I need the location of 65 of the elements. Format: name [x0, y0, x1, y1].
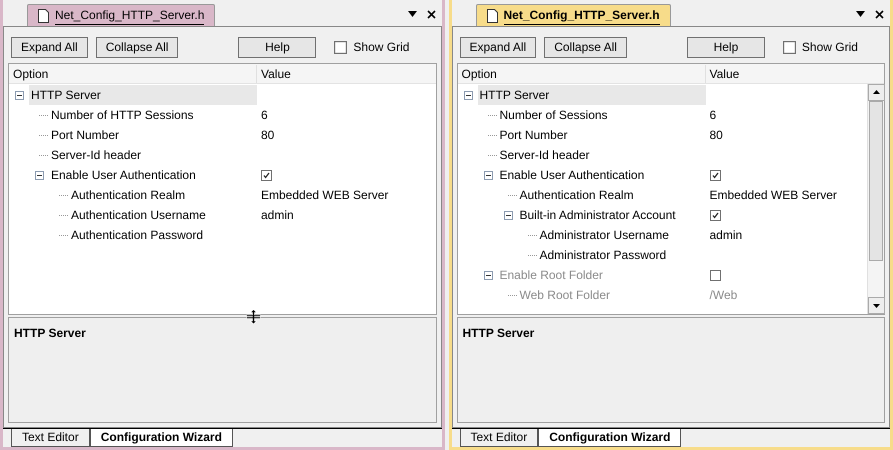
scroll-up-icon[interactable] [868, 84, 885, 101]
dropdown-icon[interactable] [856, 11, 865, 17]
close-icon[interactable] [875, 10, 884, 18]
scroll-thumb[interactable] [869, 101, 883, 261]
show-grid-label: Show Grid [802, 39, 858, 56]
checkbox[interactable] [710, 170, 720, 180]
help-button[interactable]: Help [686, 36, 765, 58]
collapse-icon[interactable] [464, 90, 472, 100]
description-title: HTTP Server [14, 325, 87, 342]
option-label[interactable]: Authentication Realm [69, 185, 188, 205]
option-label[interactable]: Built-in Administrator Account [518, 205, 678, 225]
column-header[interactable]: Option [9, 64, 257, 82]
option-label[interactable]: HTTP Server [29, 85, 257, 105]
dropdown-icon[interactable] [408, 11, 416, 17]
checkbox[interactable] [710, 210, 720, 220]
column-header[interactable]: Value [257, 64, 291, 82]
collapse-icon[interactable] [15, 90, 24, 100]
option-value[interactable]: 80 [710, 126, 723, 144]
collapse-icon[interactable] [484, 170, 492, 180]
option-label[interactable]: Administrator Username [538, 225, 671, 245]
bottom-tab[interactable]: Configuration Wizard [538, 429, 682, 447]
option-label[interactable]: Enable User Authentication [49, 165, 198, 185]
bottom-tab[interactable]: Configuration Wizard [90, 429, 233, 447]
description-title: HTTP Server [462, 325, 536, 342]
file-tab[interactable]: Net_Config_HTTP_Server.h [476, 4, 671, 26]
show-grid-label: Show Grid [353, 39, 410, 56]
option-label[interactable]: HTTP Server [478, 85, 706, 105]
option-label[interactable]: Authentication Password [69, 225, 206, 245]
file-tab[interactable]: Net_Config_HTTP_Server.h [27, 4, 216, 26]
document-icon [486, 8, 498, 22]
show-grid-checkbox[interactable] [782, 40, 796, 54]
document-icon [38, 8, 49, 22]
scrollbar[interactable] [867, 84, 884, 314]
option-value[interactable]: 6 [261, 106, 268, 124]
toolbar-button[interactable]: Expand All [460, 36, 536, 58]
toolbar-button[interactable]: Collapse All [544, 36, 627, 58]
checkbox[interactable] [261, 170, 272, 180]
option-label[interactable]: Number of Sessions [498, 105, 610, 125]
close-icon[interactable] [426, 10, 436, 18]
option-label[interactable]: Server-Id header [49, 145, 144, 165]
toolbar-button[interactable]: Collapse All [96, 36, 178, 58]
option-label[interactable]: Server-Id header [498, 145, 592, 165]
option-value[interactable]: 80 [261, 126, 274, 144]
bottom-tab[interactable]: Text Editor [460, 429, 538, 447]
option-label[interactable]: Port Number [49, 125, 122, 145]
column-header[interactable]: Option [458, 64, 706, 82]
show-grid-checkbox[interactable] [334, 40, 348, 54]
option-label[interactable]: Administrator Password [538, 245, 668, 265]
option-value[interactable]: Embedded WEB Server [710, 186, 837, 204]
collapse-icon[interactable] [504, 210, 512, 220]
help-button[interactable]: Help [238, 36, 316, 58]
column-header[interactable]: Value [706, 64, 740, 82]
toolbar-button[interactable]: Expand All [11, 36, 88, 58]
option-value[interactable]: admin [710, 226, 742, 244]
bottom-tab[interactable]: Text Editor [11, 429, 90, 447]
option-label[interactable]: Authentication Realm [518, 185, 636, 205]
scroll-down-icon[interactable] [868, 297, 885, 314]
option-value[interactable]: 6 [710, 106, 716, 124]
option-label[interactable]: Authentication Username [69, 205, 208, 225]
option-label[interactable]: Enable User Authentication [498, 165, 646, 185]
collapse-icon[interactable] [35, 170, 44, 180]
option-label[interactable]: Number of HTTP Sessions [49, 105, 196, 125]
option-value[interactable]: admin [261, 206, 294, 224]
option-value[interactable]: Embedded WEB Server [261, 186, 388, 204]
option-label[interactable]: Port Number [498, 125, 570, 145]
